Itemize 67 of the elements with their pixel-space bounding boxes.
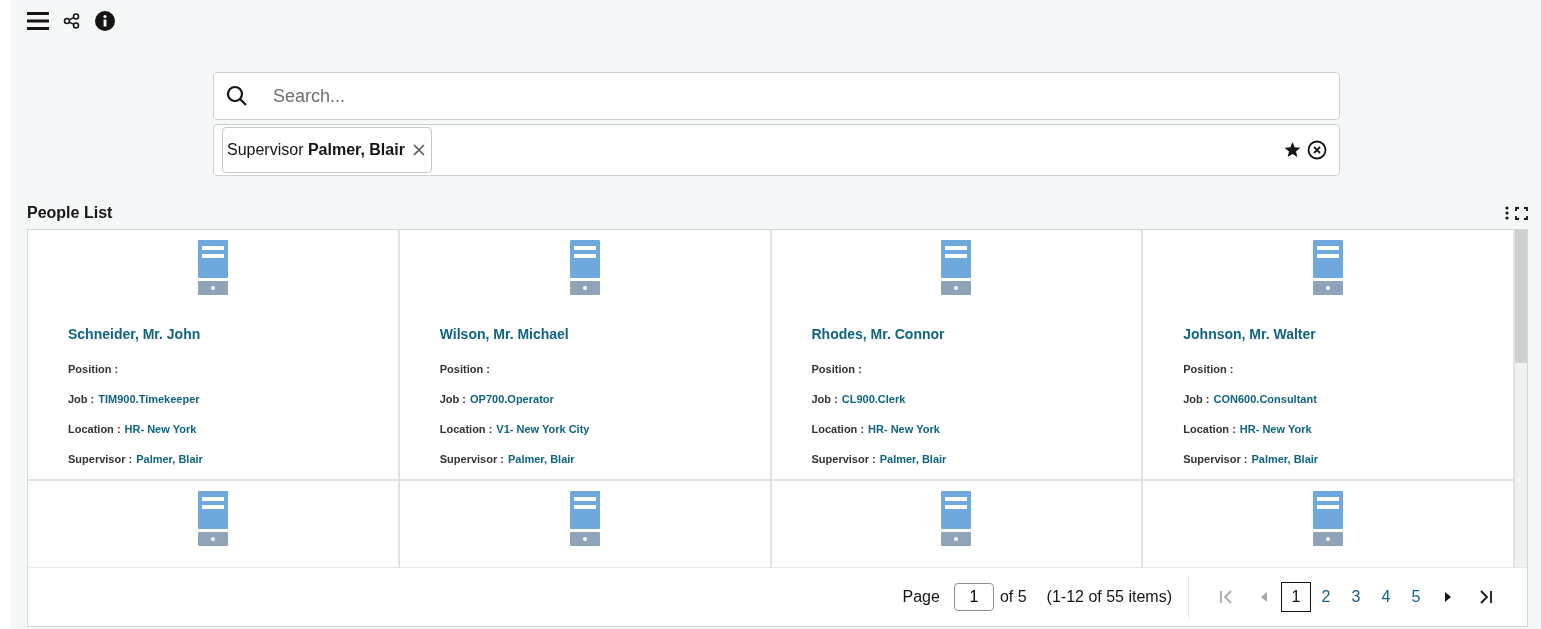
field-label: Job : xyxy=(811,393,838,405)
filter-label: Supervisor Palmer, Blair xyxy=(227,141,405,159)
server-icon xyxy=(1313,491,1344,547)
server-icon xyxy=(569,491,600,547)
server-icon xyxy=(569,240,600,296)
expand-icon[interactable] xyxy=(1515,206,1528,220)
person-name[interactable]: Rhodes, Mr. Connor xyxy=(811,326,945,342)
person-card[interactable]: Wilson, Mr. Michael Position : Job : OP700.Operator Location : V1- New York City Supervisor : Palmer, Blair xyxy=(399,230,772,481)
field-label: Position : xyxy=(1183,363,1234,375)
page-input[interactable]: 1 xyxy=(953,583,994,611)
server-icon xyxy=(941,240,972,296)
field-value[interactable]: Palmer, Blair xyxy=(1251,453,1319,465)
search-icon xyxy=(226,85,248,107)
server-icon xyxy=(197,491,228,547)
field-label: Position : xyxy=(439,363,490,375)
field-value[interactable]: HR- New York xyxy=(1239,423,1312,435)
field-label: Supervisor : xyxy=(1183,453,1248,465)
page-number[interactable]: 3 xyxy=(1341,582,1371,612)
close-icon[interactable] xyxy=(412,144,425,156)
field-value[interactable]: Palmer, Blair xyxy=(136,453,203,465)
field-value[interactable]: CL900.Clerk xyxy=(841,393,906,405)
person-card[interactable]: Johnson, Mr. Walter Position : Job : CON600.Consultant Location : HR- New York Supervisor : Palmer, Blair xyxy=(1143,230,1515,481)
field-label: Position : xyxy=(811,363,862,375)
field-label: Job : xyxy=(68,393,95,405)
field-label: Location : xyxy=(68,423,121,435)
page-number[interactable]: 4 xyxy=(1371,582,1401,612)
item-range: (1-12 of 55 items) xyxy=(1046,588,1172,606)
list-title: People List xyxy=(27,204,113,222)
field-label: Location : xyxy=(1183,423,1236,435)
field-value[interactable]: CON600.Consultant xyxy=(1213,393,1317,405)
field-value[interactable]: Palmer, Blair xyxy=(507,453,575,465)
field-value[interactable]: V1- New York City xyxy=(496,423,590,435)
more-icon[interactable] xyxy=(1505,206,1509,220)
field-label: Job : xyxy=(1183,393,1210,405)
search-field[interactable]: Search... xyxy=(213,72,1340,120)
info-icon[interactable] xyxy=(95,11,115,31)
field-label: Position : xyxy=(68,363,119,375)
field-label: Location : xyxy=(811,423,865,435)
page-label: Page xyxy=(902,588,940,606)
field-value[interactable]: HR- New York xyxy=(124,423,197,435)
menu-icon[interactable] xyxy=(27,11,49,31)
page-number[interactable]: 2 xyxy=(1311,582,1341,612)
server-icon xyxy=(941,491,972,547)
star-icon[interactable] xyxy=(1284,142,1301,158)
person-name[interactable]: Wilson, Mr. Michael xyxy=(439,326,569,342)
server-icon xyxy=(197,240,228,296)
field-label: Location : xyxy=(439,423,493,435)
field-label: Job : xyxy=(439,393,467,405)
person-name[interactable]: Johnson, Mr. Walter xyxy=(1183,326,1316,342)
field-value[interactable]: OP700.Operator xyxy=(470,393,554,405)
field-value[interactable]: TIM900.Timekeeper xyxy=(98,393,200,405)
field-value[interactable]: Palmer, Blair xyxy=(879,453,947,465)
field-label: Supervisor : xyxy=(811,453,876,465)
person-name[interactable]: Schneider, Mr. John xyxy=(68,326,201,342)
clear-icon[interactable] xyxy=(1307,140,1327,160)
field-value[interactable]: HR- New York xyxy=(868,423,940,435)
share-icon[interactable] xyxy=(63,13,81,29)
field-label: Supervisor : xyxy=(439,453,504,465)
page-number[interactable]: 5 xyxy=(1401,582,1431,612)
server-icon xyxy=(1313,240,1344,296)
filter-chip[interactable]: Supervisor Palmer, Blair xyxy=(222,127,432,173)
person-card[interactable]: Schneider, Mr. John Position : Job : TIM900.Timekeeper Location : HR- New York Supervisor : Palmer, Blair xyxy=(28,230,400,481)
field-label: Supervisor : xyxy=(68,453,133,465)
scrollbar[interactable] xyxy=(1515,230,1527,567)
page-count: of 5 xyxy=(999,588,1027,606)
page-number[interactable]: 1 xyxy=(1281,582,1311,612)
person-card[interactable]: Rhodes, Mr. Connor Position : Job : CL900.Clerk Location : HR- New York Supervisor : Palmer, Blair xyxy=(771,230,1144,481)
